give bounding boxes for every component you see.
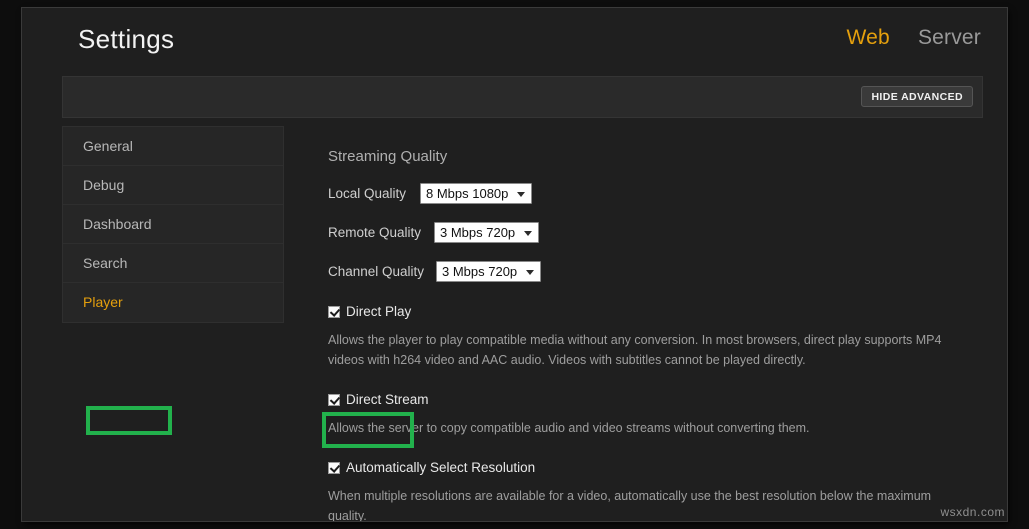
hide-advanced-button[interactable]: HIDE ADVANCED — [861, 86, 973, 107]
annotation-box-player — [86, 406, 172, 435]
channel-quality-select[interactable]: 3 Mbps 720p — [436, 261, 541, 282]
local-quality-select-wrap: 8 Mbps 1080p — [420, 183, 532, 204]
tab-web[interactable]: Web — [847, 26, 890, 50]
checkbox-checked-icon[interactable] — [328, 461, 340, 474]
sidebar-item-label: General — [83, 138, 133, 154]
checkbox-checked-icon[interactable] — [328, 305, 340, 318]
checkbox-checked-icon[interactable] — [328, 393, 340, 406]
page-title: Settings — [78, 24, 175, 54]
auto-select-resolution-description: When multiple resolutions are available … — [328, 489, 932, 521]
top-tabs: Web Server — [847, 26, 981, 50]
sidebar-item-dashboard[interactable]: Dashboard — [63, 205, 283, 244]
player-settings-panel: Streaming Quality Local Quality 8 Mbps 1… — [308, 118, 968, 521]
auto-select-resolution-label: Automatically Select Resolution — [346, 460, 536, 475]
tab-server[interactable]: Server — [918, 26, 981, 50]
remote-quality-row: Remote Quality 3 Mbps 720p — [328, 222, 968, 243]
remote-quality-label: Remote Quality — [328, 225, 422, 240]
local-quality-label: Local Quality — [328, 186, 407, 201]
sidebar-item-debug[interactable]: Debug — [63, 166, 283, 205]
settings-sidebar: General Debug Dashboard Search Player — [62, 126, 284, 323]
section-heading-streaming-quality: Streaming Quality — [328, 148, 448, 165]
local-quality-select[interactable]: 8 Mbps 1080p — [420, 183, 532, 204]
direct-stream-label: Direct Stream — [346, 392, 429, 407]
direct-stream-checkbox-row[interactable]: Direct Stream — [328, 392, 968, 407]
channel-quality-row: Channel Quality 3 Mbps 720p — [328, 261, 968, 282]
title-bar: Settings Web Server — [22, 8, 1007, 70]
sidebar-item-general[interactable]: General — [63, 127, 283, 166]
sidebar-item-label: Debug — [83, 177, 125, 193]
sidebar-item-search[interactable]: Search — [63, 244, 283, 283]
sidebar-item-label: Search — [83, 255, 128, 271]
settings-window: Settings Web Server HIDE ADVANCED Genera… — [22, 8, 1007, 521]
site-credit: wsxdn.com — [940, 505, 1005, 519]
remote-quality-select-wrap: 3 Mbps 720p — [434, 222, 539, 243]
direct-stream-description: Allows the server to copy compatible aud… — [328, 421, 810, 435]
sidebar-item-label: Dashboard — [83, 216, 152, 232]
remote-quality-select[interactable]: 3 Mbps 720p — [434, 222, 539, 243]
auto-select-resolution-checkbox-row[interactable]: Automatically Select Resolution — [328, 460, 968, 475]
sidebar-item-label: Player — [83, 294, 123, 310]
advanced-toolbar: HIDE ADVANCED — [62, 76, 983, 118]
content-area: General Debug Dashboard Search Player St… — [22, 118, 1007, 521]
channel-quality-select-wrap: 3 Mbps 720p — [436, 261, 541, 282]
direct-play-checkbox-row[interactable]: Direct Play — [328, 304, 968, 319]
local-quality-row: Local Quality 8 Mbps 1080p — [328, 183, 968, 204]
channel-quality-label: Channel Quality — [328, 264, 425, 279]
direct-play-label: Direct Play — [346, 304, 412, 319]
sidebar-item-player[interactable]: Player — [63, 283, 283, 322]
direct-play-description: Allows the player to play compatible med… — [328, 333, 942, 367]
